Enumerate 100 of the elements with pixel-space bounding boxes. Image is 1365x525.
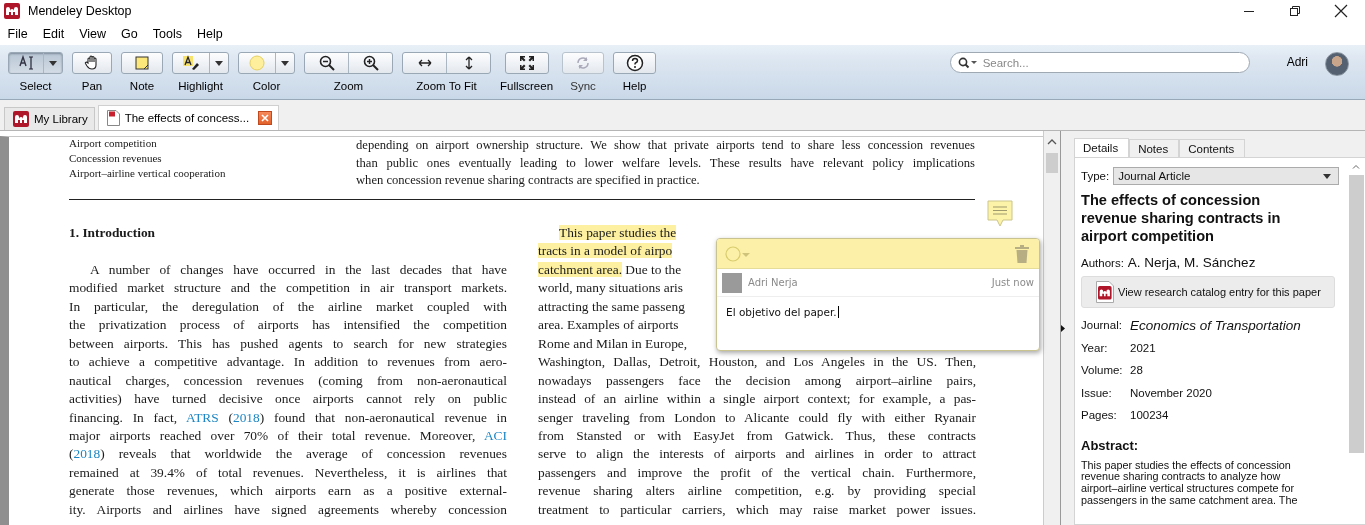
- field-value[interactable]: 100234: [1130, 409, 1169, 422]
- tool-label: Zoom To Fit: [416, 80, 477, 92]
- field-label: Journal:: [1081, 319, 1123, 332]
- text-line: nautical charges, concession revenues (coming from non-aeronautical: [69, 371, 507, 390]
- close-icon: [261, 114, 270, 122]
- panel-tab[interactable]: Details: [1074, 138, 1130, 158]
- field-label: Volume:: [1081, 364, 1124, 377]
- text-line: attracting the same passeng: [538, 297, 685, 316]
- text-line: major airports reached over 70% of their total revenue. Moreover, ACI: [69, 426, 507, 445]
- text-line: to achieve a competitive advantage. In addition to revenues from aero-: [69, 353, 507, 372]
- app-logo: [13, 111, 29, 127]
- document-tab[interactable]: My Library: [4, 107, 95, 130]
- field-label: Year:: [1081, 341, 1109, 354]
- window-title: Mendeley Desktop: [28, 4, 132, 18]
- help-icon: [625, 54, 644, 72]
- text-cursor-icon: [17, 54, 35, 72]
- keyword: Airport–airline vertical cooperation: [69, 166, 227, 181]
- text-line: financing. In fact, ATRS (2018) found that non-aeronautical revenue in: [69, 408, 507, 427]
- pdf-file-icon: [106, 110, 120, 126]
- scrollbar-thumb[interactable]: [1348, 175, 1364, 453]
- text-line: remained at 39.4% of total revenues. Nevertheless, it is airlines that: [69, 463, 507, 482]
- text-line: between airports. This has pushed agents to search for new strategies: [69, 334, 507, 353]
- document-tab[interactable]: The effects of concess...: [97, 105, 280, 130]
- scroll-up-icon[interactable]: [1047, 139, 1057, 145]
- avatar: [722, 272, 742, 293]
- note-time: Just now: [991, 277, 1034, 288]
- tab-label: My Library: [34, 113, 88, 125]
- tool-label: Zoom: [333, 80, 364, 92]
- document-title: The effects of concession revenue sharing contracts in airport competition: [1081, 191, 1282, 245]
- text-line: area. Examples of airports: [538, 316, 679, 335]
- text-line: instead of an airline within a single airport context; for example, a pas-: [538, 390, 976, 409]
- circle-icon: [248, 54, 266, 72]
- app-logo: [4, 3, 20, 19]
- tool-button[interactable]: [304, 52, 393, 74]
- tool-button[interactable]: [504, 52, 549, 74]
- text-line: serve to align the interests of airports and airlines in order to attract: [538, 445, 976, 464]
- field-value[interactable]: 28: [1130, 364, 1143, 377]
- text-line: generate those revenues, which airports earn as a positive external-: [69, 482, 507, 501]
- tool-button[interactable]: [402, 52, 491, 74]
- keyword: Airport competition: [69, 136, 158, 151]
- user-name[interactable]: Adri: [1286, 55, 1308, 69]
- field-value[interactable]: 2021: [1130, 341, 1156, 354]
- menu-item[interactable]: View: [71, 26, 114, 41]
- text-line: than public ones eventually leading to lower welfare levels. These results have relevant policy implications: [356, 154, 975, 172]
- text-line: world, many situations aris: [538, 279, 684, 298]
- note-author: Adri Nerja: [748, 277, 798, 288]
- menu-item[interactable]: Tools: [145, 26, 190, 41]
- section-heading: 1. Introduction: [69, 224, 157, 242]
- splitter-arrow-icon[interactable]: [1061, 324, 1065, 332]
- text-line: catchment area. Due to the: [538, 260, 682, 279]
- tool-label: Fullscreen: [500, 80, 554, 92]
- abstract-text: This paper studies the effects of concession revenue sharing contracts to analyze how airport–airline vertical structures compete for passengers in the same catchment area. The: [1081, 459, 1299, 507]
- field-label: Authors:: [1081, 256, 1124, 269]
- expand-icon: [517, 54, 536, 72]
- document-logo-icon: [1096, 281, 1114, 303]
- search-input[interactable]: Search...: [980, 55, 1249, 70]
- text-line: ity. Airports and airlines have signed agreements whereby concession: [69, 500, 507, 519]
- menu-item[interactable]: File: [0, 26, 36, 41]
- tool-label: Select: [19, 80, 52, 92]
- tool-label: Sync: [570, 80, 596, 92]
- field-label: Type:: [1081, 170, 1110, 182]
- text-line: activities) have turned decisive once airports cannot rely on public: [69, 390, 507, 409]
- field-value[interactable]: November 2020: [1130, 386, 1212, 399]
- tool-label: Note: [129, 80, 155, 92]
- menu-item[interactable]: Go: [113, 26, 146, 41]
- tool-button[interactable]: [8, 52, 63, 74]
- scrollbar-thumb[interactable]: [1046, 153, 1058, 173]
- text-line: revenue sharing alters airline competition, e.g. by providing special: [538, 482, 976, 501]
- sticky-note-icon: [133, 54, 151, 72]
- text-line: passengers and improve the profit of the vertical chain. Furthermore,: [538, 463, 976, 482]
- text-line: modified market structure and the competition in air transport markets.: [69, 279, 507, 298]
- tool-button[interactable]: [172, 52, 229, 74]
- tool-button[interactable]: [613, 52, 657, 74]
- text-line: (2018) reveals that worldwide the average of concession revenues: [69, 445, 507, 464]
- tab-label: The effects of concess...: [124, 112, 250, 124]
- search-icon: [957, 56, 978, 69]
- close-tab-button[interactable]: [258, 111, 273, 125]
- avatar[interactable]: [1325, 52, 1349, 76]
- text-line: from Stansted or with EasyJet from Gatwick. Thus, these contracts: [538, 427, 976, 445]
- highlighter-icon: [182, 54, 200, 72]
- catalog-button[interactable]: View research catalog entry for this paper: [1081, 276, 1335, 308]
- menu-item[interactable]: Help: [189, 26, 231, 41]
- field-value[interactable]: Economics of Transportation: [1130, 317, 1301, 333]
- tool-button[interactable]: [72, 52, 112, 74]
- note-text-field[interactable]: El objetivo del paper.: [721, 303, 1035, 349]
- color-picker-icon[interactable]: [725, 244, 751, 263]
- text-line: the privatization process of airports has intensified the competition: [69, 316, 507, 335]
- text-line: Rome and Milan in Europe,: [538, 334, 688, 353]
- text-line: A number of changes have occurred in the last decades that have: [89, 260, 507, 279]
- zoom-in-icon: [361, 54, 380, 72]
- search-field[interactable]: Search...: [949, 52, 1250, 73]
- abstract-heading: Abstract:: [1081, 437, 1140, 453]
- type-dropdown[interactable]: Journal Article: [1113, 167, 1339, 185]
- menu-item[interactable]: Edit: [35, 26, 72, 41]
- tool-label: Highlight: [178, 80, 223, 92]
- tool-label: Help: [622, 80, 647, 92]
- caret-icon: [1323, 173, 1331, 179]
- keyword: Concession revenues: [69, 151, 163, 166]
- authors[interactable]: A. Nerja, M. Sánchez: [1127, 255, 1256, 270]
- text-line: Washington, Dallas, Detroit, Houston, and Los Angeles in the US. Then,: [538, 353, 976, 372]
